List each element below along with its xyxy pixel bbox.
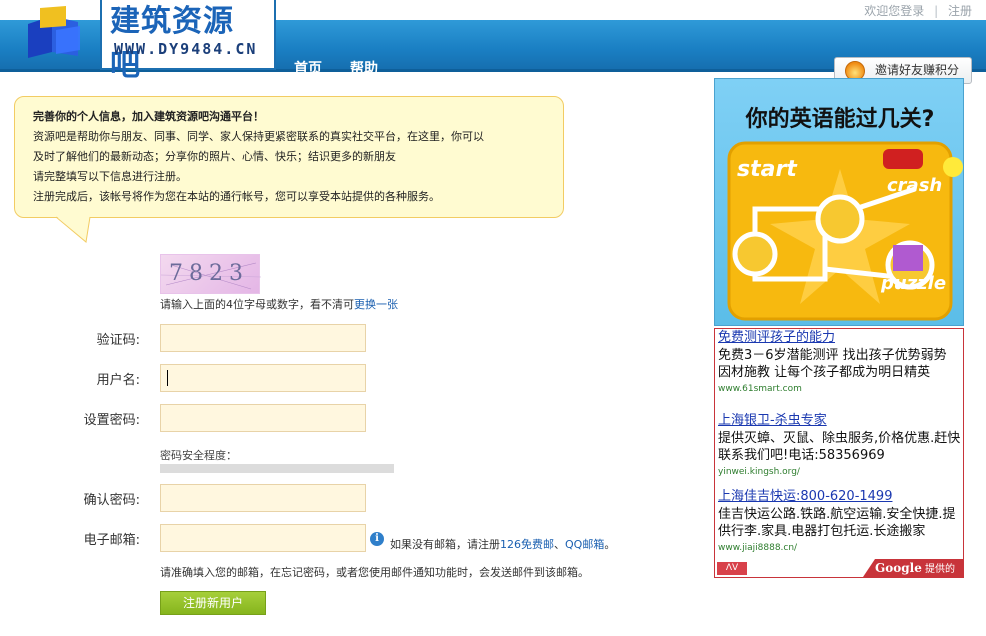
divider: | — [934, 4, 939, 18]
intro-heading: 完善你的个人信息，加入建筑资源吧沟通平台！ — [33, 110, 264, 123]
google-text-ads: 免费测评孩子的能力 免费3－6岁潜能测评 找出孩子优势弱势 因材施教 让每个孩子… — [714, 328, 964, 578]
ad-description: 佳吉快运公路.铁路.航空运输.安全快捷.提供行李.家具.电器打包托运.长途搬家 — [718, 507, 956, 539]
google-ads-tag[interactable]: Google 提供的广告 — [863, 559, 963, 577]
username-input[interactable] — [160, 364, 366, 392]
ad-title[interactable]: 免费测评孩子的能力 — [718, 329, 962, 347]
intro-line: 注册完成后，该帐号将作为您在本站的通行帐号，您可以享受本站提供的各种服务。 — [33, 190, 440, 203]
bubble-tail — [56, 216, 91, 243]
password-input[interactable] — [160, 404, 366, 432]
english-game-banner[interactable]: 你的英语能过几关? start crash puzzle — [714, 78, 964, 326]
site-logo[interactable]: 建筑资源吧 WWW.DY9484.CN — [18, 0, 276, 83]
username-label: 用户名: — [96, 373, 140, 388]
captcha-code: 7823 — [169, 261, 249, 286]
ad-url[interactable]: www.61smart.com — [718, 382, 962, 396]
ad-url[interactable]: yinwei.kingsh.org/ — [718, 465, 962, 479]
text-caret — [167, 370, 168, 386]
captcha-hint: 请输入上面的4位字母或数字，看不清可更换一张 — [160, 298, 398, 311]
confirm-password-input[interactable] — [160, 484, 366, 512]
password-strength-bar — [160, 464, 394, 473]
register-126-link[interactable]: 126免费邮 — [500, 538, 554, 551]
email-hint: 如果没有邮箱，请注册126免费邮、QQ邮箱。 — [390, 538, 616, 551]
ad-item[interactable]: 免费测评孩子的能力 免费3－6岁潜能测评 找出孩子优势弱势 因材施教 让每个孩子… — [718, 329, 962, 396]
verify-label: 验证码: — [96, 333, 140, 348]
logo-url: WWW.DY9484.CN — [114, 40, 258, 58]
nav-help[interactable]: 帮助 — [350, 58, 378, 78]
banner-start: start — [737, 157, 797, 182]
register-qq-link[interactable]: QQ邮箱 — [565, 538, 604, 551]
password-strength-label: 密码安全程度： — [160, 449, 237, 462]
banner-crash: crash — [887, 175, 943, 196]
ad-item[interactable]: 上海佳吉快运:800-620-1499 佳吉快运公路.铁路.航空运输.安全快捷.… — [718, 488, 962, 555]
refresh-captcha-link[interactable]: 更换一张 — [354, 298, 398, 311]
password-label: 设置密码: — [83, 413, 140, 428]
info-icon: i — [370, 532, 384, 546]
register-link[interactable]: 注册 — [948, 4, 972, 18]
banner-puzzle: puzzle — [881, 273, 947, 294]
banner-title: 你的英语能过几关? — [745, 107, 935, 132]
captcha-image[interactable]: 7823 — [160, 254, 261, 294]
intro-line: 及时了解他们的最新动态；分享你的照片、心情、快乐；结识更多的新朋友 — [33, 150, 396, 163]
cube-logo-icon — [28, 6, 80, 58]
ad-nav-arrows-icon[interactable]: ΛV — [717, 562, 747, 575]
intro-line: 请完整填写以下信息进行注册。 — [33, 170, 187, 183]
intro-bubble: 完善你的个人信息，加入建筑资源吧沟通平台！ 资源吧是帮助你与朋友、同事、同学、家… — [14, 96, 564, 218]
register-button[interactable]: 注册新用户 — [160, 591, 266, 615]
ad-title[interactable]: 上海银卫-杀虫专家 — [718, 412, 962, 430]
ad-item[interactable]: 上海银卫-杀虫专家 提供灭蟑、灭鼠、除虫服务,价格优惠.赶快联系我们吧!电话:5… — [718, 412, 962, 479]
login-link[interactable]: 欢迎您登录 — [864, 4, 924, 18]
ad-description: 免费3－6岁潜能测评 找出孩子优势弱势 因材施教 让每个孩子都成为明日精英 — [718, 348, 947, 380]
email-note: 请准确填入您的邮箱，在忘记密码，或者您使用邮件通知功能时，会发送邮件到该邮箱。 — [160, 566, 589, 579]
ad-title[interactable]: 上海佳吉快运:800-620-1499 — [718, 488, 962, 506]
ad-description: 提供灭蟑、灭鼠、除虫服务,价格优惠.赶快联系我们吧!电话:58356969 — [718, 431, 961, 463]
verify-code-input[interactable] — [160, 324, 366, 352]
ad-footer: ΛV Google 提供的广告 — [715, 559, 963, 577]
user-links: 欢迎您登录 | 注册 — [858, 2, 972, 19]
nav-home[interactable]: 首页 — [294, 58, 322, 78]
intro-line: 资源吧是帮助你与朋友、同事、同学、家人保持更紧密联系的真实社交平台，在这里，你可… — [33, 130, 484, 143]
email-input[interactable] — [160, 524, 366, 552]
ad-url[interactable]: www.jiaji8888.cn/ — [718, 541, 962, 555]
email-label: 电子邮箱: — [83, 533, 140, 548]
confirm-password-label: 确认密码: — [83, 493, 140, 508]
